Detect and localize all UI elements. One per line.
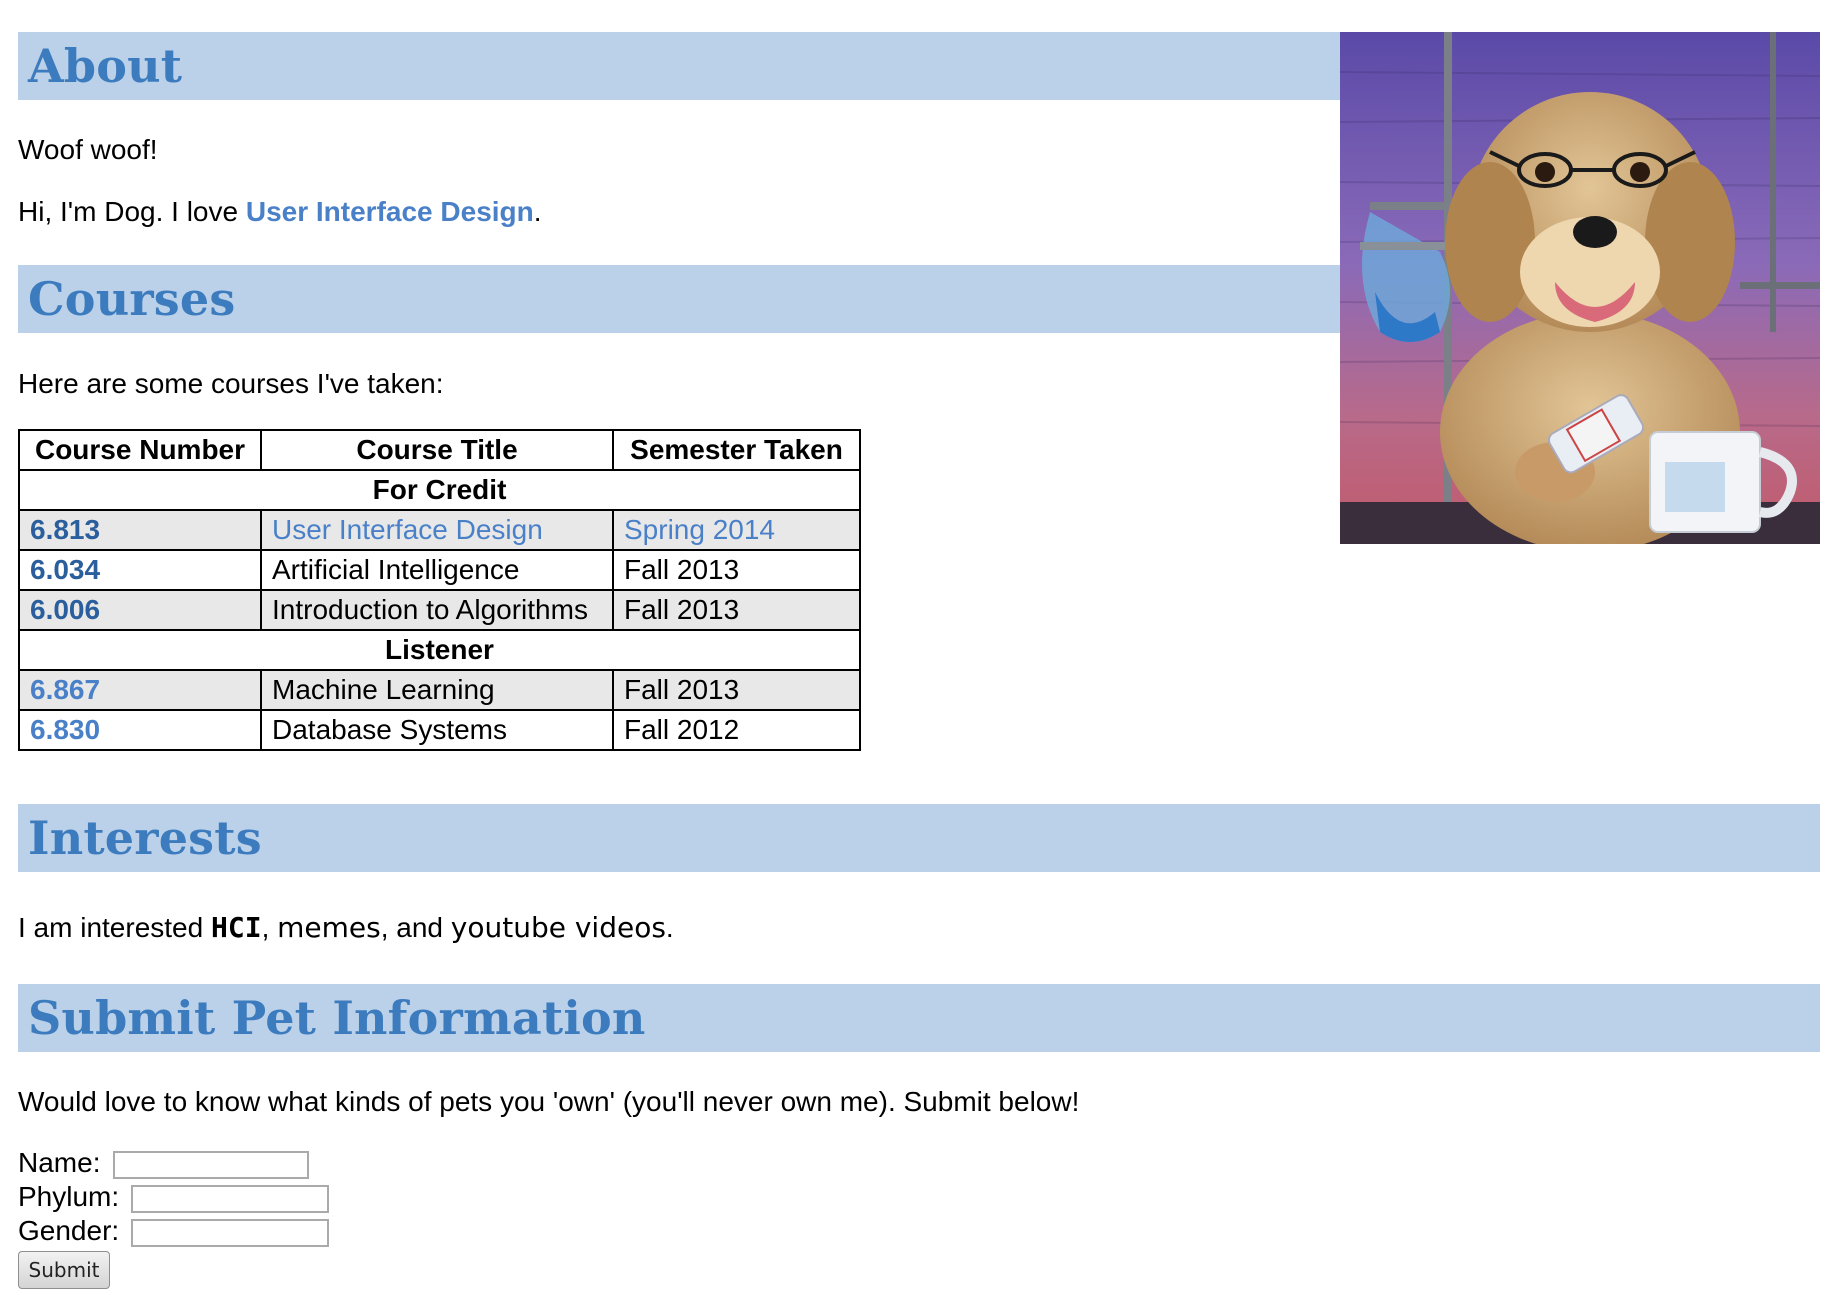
course-number-cell: 6.006: [18, 589, 262, 631]
course-number-cell: 6.034: [18, 549, 262, 591]
about-line-intro: Hi, I'm Dog. I love User Interface Desig…: [18, 195, 542, 229]
gender-field[interactable]: [131, 1219, 329, 1247]
interests-header: Interests: [18, 804, 1820, 872]
phylum-row: Phylum:: [18, 1180, 329, 1214]
interests-separator: ,: [261, 912, 278, 943]
submit-intro: Would love to know what kinds of pets yo…: [18, 1086, 1080, 1117]
column-header-course-title: Course Title: [260, 429, 614, 471]
interest-hci: HCI: [210, 911, 262, 944]
table-header-row: Course Number Course Title Semester Take…: [18, 429, 861, 471]
semester-cell: Spring 2014: [612, 509, 861, 551]
course-number-link[interactable]: 6.867: [30, 674, 100, 705]
phylum-label: Phylum:: [18, 1181, 120, 1212]
table-row: 6.867 Machine Learning Fall 2013: [18, 669, 861, 711]
interests-text: I am interested HCI, memes, and youtube …: [18, 911, 674, 945]
course-number-link[interactable]: 6.006: [30, 594, 100, 625]
semester-cell: Fall 2013: [612, 549, 861, 591]
about-header: About: [18, 32, 1340, 100]
about-line-woof: Woof woof!: [18, 134, 158, 165]
group-row-listener: Listener: [18, 629, 861, 671]
course-title-cell: Introduction to Algorithms: [260, 589, 614, 631]
group-label: For Credit: [18, 469, 861, 511]
course-number-cell: 6.813: [18, 509, 262, 551]
courses-table: Course Number Course Title Semester Take…: [18, 429, 861, 751]
gender-label: Gender:: [18, 1215, 120, 1246]
semester-cell: Fall 2013: [612, 589, 861, 631]
course-number-cell: 6.830: [18, 709, 262, 751]
course-title-cell: Database Systems: [260, 709, 614, 751]
name-row: Name:: [18, 1146, 309, 1180]
about-heading: About: [28, 39, 183, 93]
table-row: 6.034 Artificial Intelligence Fall 2013: [18, 549, 861, 591]
interests-separator: , and: [380, 912, 451, 943]
table-row: 6.813 User Interface Design Spring 2014: [18, 509, 861, 551]
semester-cell: Fall 2012: [612, 709, 861, 751]
table-row: 6.830 Database Systems Fall 2012: [18, 709, 861, 751]
group-row-for-credit: For Credit: [18, 469, 861, 511]
gender-row: Gender:: [18, 1214, 329, 1248]
about-intro-suffix: .: [533, 196, 542, 227]
semester-cell: Fall 2013: [612, 669, 861, 711]
interests-suffix: .: [665, 912, 674, 943]
column-header-semester: Semester Taken: [612, 429, 861, 471]
submit-button[interactable]: Submit: [18, 1251, 110, 1289]
course-number-link[interactable]: 6.813: [30, 514, 100, 545]
name-label: Name:: [18, 1147, 101, 1178]
page: About Woof woof! Hi, I'm Dog. I love Use…: [0, 0, 1828, 1306]
course-number-cell: 6.867: [18, 669, 262, 711]
group-label: Listener: [18, 629, 861, 671]
dog-scientist-photo: [1340, 32, 1820, 544]
courses-heading: Courses: [28, 272, 236, 326]
course-number-link[interactable]: 6.830: [30, 714, 100, 745]
about-intro-prefix: Hi, I'm Dog. I love: [18, 196, 246, 227]
interests-heading: Interests: [28, 811, 262, 865]
interest-youtube-videos: youtube videos: [450, 911, 666, 944]
interests-prefix: I am interested: [18, 912, 211, 943]
course-title-link[interactable]: User Interface Design: [272, 514, 543, 545]
course-title-cell: Artificial Intelligence: [260, 549, 614, 591]
interest-memes: memes: [277, 911, 381, 944]
table-row: 6.006 Introduction to Algorithms Fall 20…: [18, 589, 861, 631]
name-field[interactable]: [113, 1151, 309, 1179]
column-header-course-number: Course Number: [18, 429, 262, 471]
courses-intro: Here are some courses I've taken:: [18, 368, 444, 399]
phylum-field[interactable]: [131, 1185, 329, 1213]
user-interface-design-link[interactable]: User Interface Design: [246, 196, 534, 227]
course-number-link[interactable]: 6.034: [30, 554, 100, 585]
courses-header: Courses: [18, 265, 1340, 333]
semester-link[interactable]: Spring 2014: [624, 514, 775, 545]
submit-header: Submit Pet Information: [18, 984, 1820, 1052]
course-title-cell: Machine Learning: [260, 669, 614, 711]
course-title-cell: User Interface Design: [260, 509, 614, 551]
submit-heading: Submit Pet Information: [28, 991, 646, 1045]
